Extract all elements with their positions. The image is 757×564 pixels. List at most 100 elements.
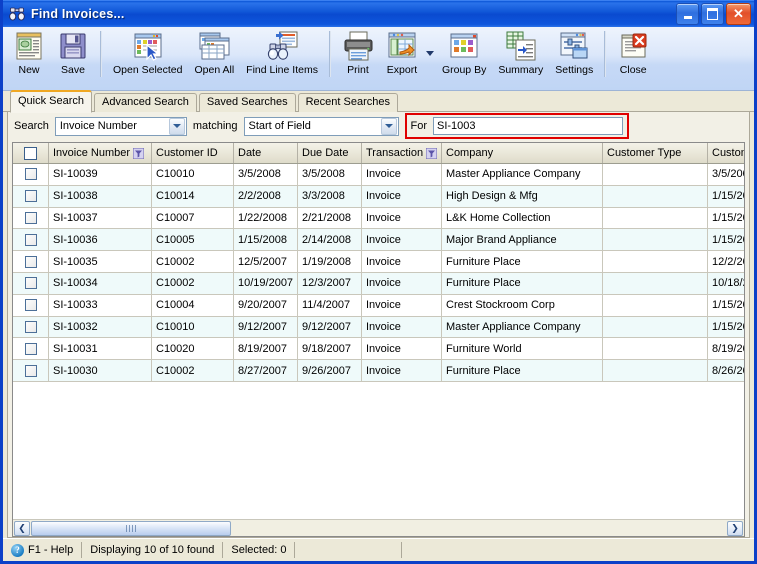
search-field-dropdown[interactable]: Invoice Number bbox=[54, 116, 187, 136]
horizontal-scrollbar[interactable]: ❮ ❯ bbox=[13, 519, 744, 536]
toolbar-label: Settings bbox=[555, 64, 594, 76]
chevron-down-icon[interactable] bbox=[380, 117, 397, 135]
settings-icon bbox=[558, 30, 590, 62]
export-dropdown-button[interactable] bbox=[424, 51, 436, 56]
row-checkbox[interactable] bbox=[24, 320, 37, 333]
cell-check[interactable] bbox=[13, 338, 49, 360]
table-row[interactable]: SI-10035 C10002 12/5/2007 1/19/2008 Invoice F… bbox=[13, 251, 744, 273]
select-all-checkbox[interactable] bbox=[24, 146, 37, 160]
table-row[interactable]: SI-10032 C10010 9/12/2007 9/12/2007 Invoice M… bbox=[13, 316, 744, 339]
toolbar-button-export[interactable]: Export bbox=[380, 27, 424, 85]
cell-check[interactable] bbox=[13, 251, 49, 272]
cell-check[interactable] bbox=[13, 164, 49, 185]
toolbar-button-open-all[interactable]: Open All bbox=[188, 27, 240, 85]
cell-due-date: 3/3/2008 bbox=[298, 185, 362, 207]
open-selected-icon bbox=[132, 30, 164, 62]
grid-header-customer-id[interactable]: Customer ID bbox=[152, 143, 234, 163]
row-checkbox[interactable] bbox=[24, 190, 37, 203]
chevron-left-icon: ❮ bbox=[18, 522, 26, 533]
search-term-input[interactable] bbox=[433, 117, 623, 135]
cell-company: Furniture Place bbox=[442, 360, 603, 381]
cell-check[interactable] bbox=[13, 229, 49, 251]
grid-header-customer-po[interactable]: Customer P bbox=[708, 143, 744, 163]
row-checkbox[interactable] bbox=[24, 342, 37, 355]
toolbar-button-save[interactable]: Save bbox=[51, 27, 95, 85]
grid-header-select-all[interactable] bbox=[13, 143, 49, 163]
filter-icon[interactable] bbox=[132, 147, 145, 159]
cell-customer-type bbox=[603, 164, 708, 185]
toolbar-button-group-by[interactable]: Group By bbox=[436, 27, 492, 85]
table-row[interactable]: SI-10031 C10020 8/19/2007 9/18/2007 Invoice F… bbox=[13, 338, 744, 361]
search-row: Search Invoice Number matching Start of … bbox=[8, 112, 749, 140]
cell-customer-po: 12/2/2007 bbox=[708, 251, 744, 272]
cell-customer-type bbox=[603, 185, 708, 207]
minimize-button[interactable] bbox=[676, 3, 699, 25]
cell-company: Major Brand Appliance bbox=[442, 229, 603, 251]
toolbar-button-summary[interactable]: Summary bbox=[492, 27, 549, 85]
grid-header-customer-type[interactable]: Customer Type bbox=[603, 143, 708, 163]
table-row[interactable]: SI-10037 C10007 1/22/2008 2/21/2008 Invoice L… bbox=[13, 207, 744, 230]
scroll-left-button[interactable]: ❮ bbox=[14, 520, 30, 536]
tab-saved-searches[interactable]: Saved Searches bbox=[198, 93, 296, 112]
cell-company: L&K Home Collection bbox=[442, 207, 603, 229]
table-row[interactable]: SI-10033 C10004 9/20/2007 11/4/2007 Invoice C… bbox=[13, 294, 744, 317]
scroll-right-button[interactable]: ❯ bbox=[727, 520, 743, 536]
row-checkbox[interactable] bbox=[24, 255, 37, 268]
row-checkbox[interactable] bbox=[24, 364, 37, 377]
cell-check[interactable] bbox=[13, 316, 49, 338]
scrollbar-thumb[interactable] bbox=[31, 520, 231, 536]
cell-customer-type bbox=[603, 207, 708, 229]
grid-header-transaction[interactable]: Transaction bbox=[362, 143, 442, 163]
quick-search-panel: Search Invoice Number matching Start of … bbox=[7, 112, 750, 538]
status-help[interactable]: ? F1 - Help bbox=[7, 542, 83, 558]
row-checkbox[interactable] bbox=[24, 211, 37, 224]
cell-transaction: Invoice bbox=[362, 360, 442, 381]
cell-company: High Design & Mfg bbox=[442, 185, 603, 207]
cell-transaction: Invoice bbox=[362, 338, 442, 360]
cell-check[interactable] bbox=[13, 360, 49, 381]
cell-customer-type bbox=[603, 338, 708, 360]
maximize-button[interactable] bbox=[701, 3, 724, 25]
export-icon bbox=[386, 30, 418, 62]
grid-header-date[interactable]: Date bbox=[234, 143, 298, 163]
grid-header-due-date[interactable]: Due Date bbox=[298, 143, 362, 163]
cell-check[interactable] bbox=[13, 272, 49, 294]
match-type-dropdown[interactable]: Start of Field bbox=[243, 116, 399, 136]
search-label: Search bbox=[14, 120, 49, 132]
toolbar-button-find-line-items[interactable]: Find Line Items bbox=[240, 27, 324, 85]
toolbar-button-open-selected[interactable]: Open Selected bbox=[107, 27, 188, 85]
filter-icon[interactable] bbox=[425, 147, 438, 159]
tab-recent-searches[interactable]: Recent Searches bbox=[297, 93, 398, 112]
toolbar-label: Open Selected bbox=[113, 64, 183, 76]
cell-check[interactable] bbox=[13, 294, 49, 316]
toolbar-button-new[interactable]: New bbox=[7, 27, 51, 85]
table-row[interactable]: SI-10034 C10002 10/19/2007 12/3/2007 Invoice… bbox=[13, 272, 744, 295]
status-spacer bbox=[295, 542, 403, 558]
status-selected: Selected: 0 bbox=[223, 542, 296, 558]
cell-check[interactable] bbox=[13, 185, 49, 207]
status-selected-label: Selected: 0 bbox=[231, 544, 287, 556]
table-row[interactable]: SI-10036 C10005 1/15/2008 2/14/2008 Invoice M… bbox=[13, 229, 744, 252]
row-checkbox[interactable] bbox=[24, 168, 37, 181]
tab-quick-search[interactable]: Quick Search bbox=[10, 90, 93, 113]
table-row[interactable]: SI-10030 C10002 8/27/2007 9/26/2007 Invoice F… bbox=[13, 360, 744, 382]
row-checkbox[interactable] bbox=[24, 299, 37, 312]
cell-check[interactable] bbox=[13, 207, 49, 229]
chevron-down-icon[interactable] bbox=[168, 117, 185, 135]
table-row[interactable]: SI-10038 C10014 2/2/2008 3/3/2008 Invoice Hig… bbox=[13, 185, 744, 208]
cell-date: 12/5/2007 bbox=[234, 251, 298, 272]
grid-header-company[interactable]: Company bbox=[442, 143, 603, 163]
cell-invoice-number: SI-10031 bbox=[49, 338, 152, 360]
scrollbar-track[interactable] bbox=[31, 520, 726, 536]
toolbar-button-close[interactable]: Close bbox=[611, 27, 655, 85]
tab-advanced-search[interactable]: Advanced Search bbox=[94, 93, 197, 112]
toolbar-button-print[interactable]: Print bbox=[336, 27, 380, 85]
grid-header-invoice-number[interactable]: Invoice Number bbox=[49, 143, 152, 163]
row-checkbox[interactable] bbox=[24, 233, 37, 246]
cell-invoice-number: SI-10036 bbox=[49, 229, 152, 251]
toolbar-button-settings[interactable]: Settings bbox=[549, 27, 599, 85]
table-row[interactable]: SI-10039 C10010 3/5/2008 3/5/2008 Invoice Mas… bbox=[13, 164, 744, 186]
cell-customer-po: 1/15/2007 bbox=[708, 295, 744, 316]
row-checkbox[interactable] bbox=[24, 277, 37, 290]
close-button[interactable]: ✕ bbox=[726, 3, 751, 25]
